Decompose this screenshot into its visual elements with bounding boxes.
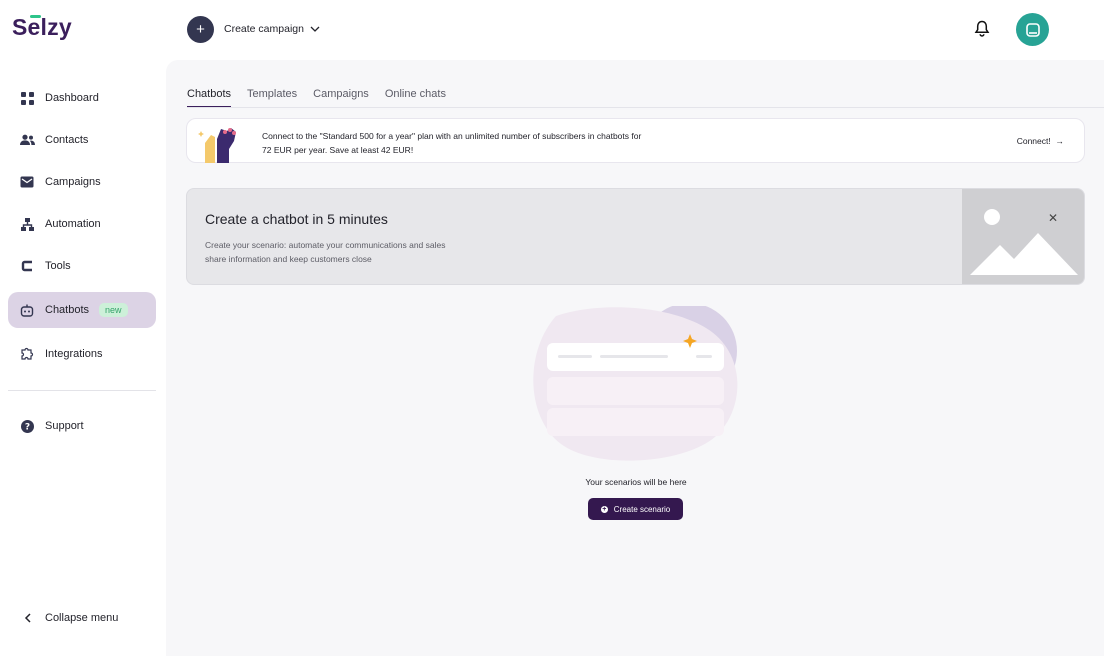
sidebar-item-label: Support xyxy=(45,420,84,432)
logo-accent-bar xyxy=(30,15,41,18)
close-icon[interactable]: ✕ xyxy=(1048,211,1058,225)
sidebar-item-label: Integrations xyxy=(45,348,103,360)
sidebar-item-support[interactable]: ? Support xyxy=(8,408,156,444)
tabs-bar: Chatbots Templates Campaigns Online chat… xyxy=(187,88,446,108)
sidebar-item-chatbots[interactable]: Chatbots new xyxy=(8,292,156,328)
arrow-right-icon: → xyxy=(1053,136,1064,146)
image-placeholder xyxy=(962,189,1084,284)
sidebar-item-tools[interactable]: Tools xyxy=(8,248,156,284)
empty-scenarios-illustration xyxy=(533,306,738,461)
sidebar-item-campaigns[interactable]: Campaigns xyxy=(8,164,156,200)
sidebar-item-label: Automation xyxy=(45,218,101,230)
promo-card: Connect to the "Standard 500 for a year"… xyxy=(186,118,1085,163)
sidebar-item-label: Chatbots xyxy=(45,304,90,316)
svg-text:?: ? xyxy=(24,422,29,432)
sidebar-item-dashboard[interactable]: Dashboard xyxy=(8,80,156,116)
grid-icon xyxy=(19,90,35,106)
main-content: Chatbots Templates Campaigns Online chat… xyxy=(166,60,1104,656)
collapse-menu-button[interactable]: Collapse menu xyxy=(8,600,156,636)
plus-icon: + xyxy=(196,21,205,38)
empty-state-text: Your scenarios will be here xyxy=(585,477,687,487)
tab-templates[interactable]: Templates xyxy=(247,88,297,108)
chat-avatar-icon xyxy=(1025,22,1040,37)
puzzle-icon xyxy=(19,346,35,362)
tabs-divider xyxy=(187,107,1104,108)
create-campaign-label: Create campaign xyxy=(224,23,304,35)
connect-link[interactable]: Connect! → xyxy=(1017,136,1064,146)
image-placeholder-icon xyxy=(970,209,1078,275)
chevron-down-icon xyxy=(310,26,320,32)
tab-chatbots[interactable]: Chatbots xyxy=(187,88,232,108)
high-five-illustration xyxy=(198,128,236,163)
new-badge: new xyxy=(99,303,128,317)
create-chatbot-banner: Create a chatbot in 5 minutes Create you… xyxy=(186,188,1085,285)
collapse-menu-label: Collapse menu xyxy=(45,612,119,624)
banner-title: Create a chatbot in 5 minutes xyxy=(205,211,388,227)
notification-bell-icon[interactable] xyxy=(974,20,990,38)
tab-online-chats[interactable]: Online chats xyxy=(385,88,446,108)
connect-link-label: Connect! xyxy=(1016,136,1051,146)
banner-subtitle-line1: Create your scenario: automate your comm… xyxy=(205,240,446,250)
selzy-logo[interactable]: Selzy xyxy=(12,14,72,41)
help-icon: ? xyxy=(19,418,35,434)
sidebar: Dashboard Contacts Campaigns Automation … xyxy=(0,60,166,656)
banner-subtitle-line2: share information and keep customers clo… xyxy=(205,253,372,264)
sidebar-item-integrations[interactable]: Integrations xyxy=(8,336,156,372)
sidebar-divider xyxy=(8,390,156,391)
tab-campaigns[interactable]: Campaigns xyxy=(313,88,369,108)
sidebar-item-label: Tools xyxy=(45,260,71,272)
create-scenario-button[interactable]: + Create scenario xyxy=(588,498,683,520)
sidebar-item-automation[interactable]: Automation xyxy=(8,206,156,242)
chevron-left-icon xyxy=(19,610,35,626)
bot-icon xyxy=(19,302,35,318)
create-campaign-plus-button[interactable]: + xyxy=(187,16,214,43)
promo-text: Connect to the "Standard 500 for a year"… xyxy=(262,131,642,155)
plus-circle-icon: + xyxy=(600,505,608,513)
sidebar-item-label: Campaigns xyxy=(45,176,101,188)
user-avatar[interactable] xyxy=(1016,13,1049,46)
mail-icon xyxy=(19,174,35,190)
sidebar-item-label: Contacts xyxy=(45,134,89,146)
sidebar-item-label: Dashboard xyxy=(45,92,99,104)
tools-icon xyxy=(19,258,35,274)
people-icon xyxy=(19,132,35,148)
sidebar-item-contacts[interactable]: Contacts xyxy=(8,122,156,158)
banner-subtitle: Create your scenario: automate your comm… xyxy=(205,239,505,266)
flow-icon xyxy=(19,216,35,232)
create-campaign-dropdown[interactable]: Create campaign xyxy=(224,23,320,35)
create-scenario-label: Create scenario xyxy=(613,504,671,514)
